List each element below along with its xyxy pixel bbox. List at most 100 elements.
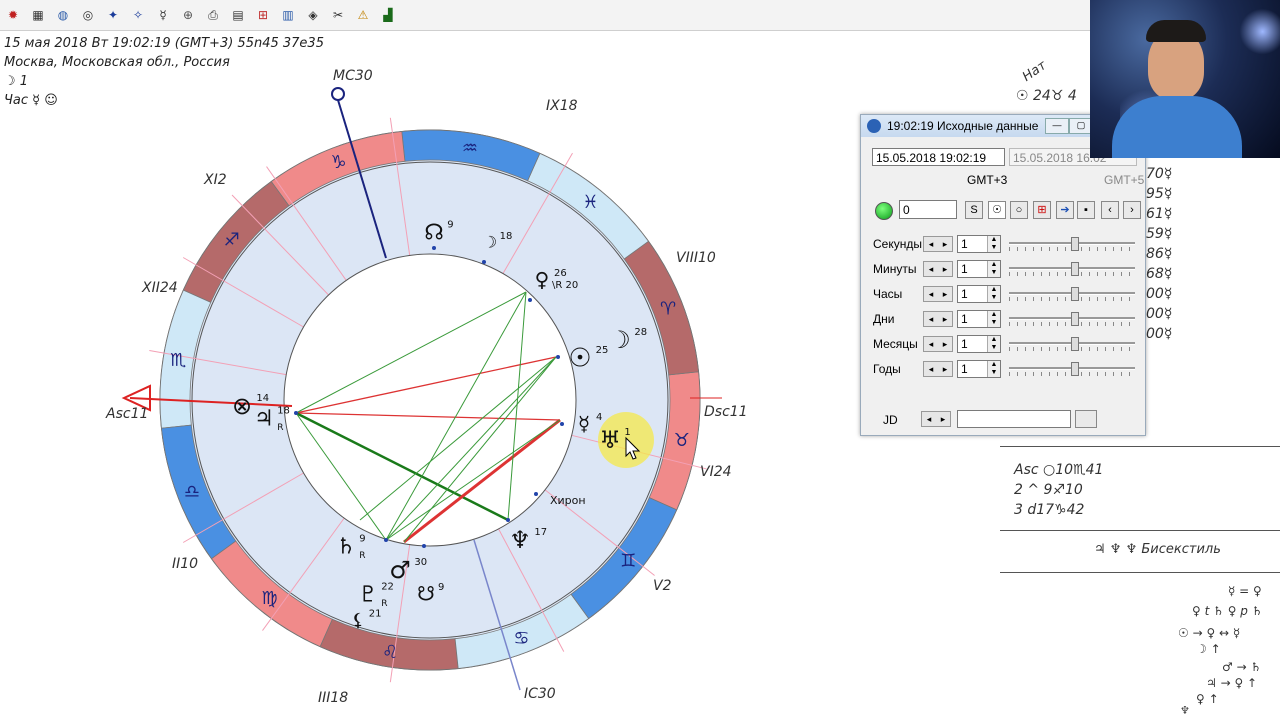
planet-tick bbox=[384, 538, 388, 542]
house-label-ic: IC30 bbox=[524, 686, 556, 702]
relation-3: ☉ → ♀ ↔ ☿ bbox=[1178, 626, 1241, 640]
timezone-label-2: GMT+5 bbox=[1104, 173, 1145, 187]
planet-tick bbox=[506, 518, 510, 522]
pisces-sign-icon: ♓ bbox=[582, 192, 598, 213]
increment-slider[interactable] bbox=[1009, 235, 1135, 253]
natal-label: Нат bbox=[1019, 58, 1050, 85]
increment-label: Часы bbox=[873, 287, 903, 301]
planet-position-row: 68☿ bbox=[1146, 266, 1173, 282]
house-label-xii: XII24 bbox=[142, 280, 178, 296]
increment-stepper[interactable]: ◂ ▸ bbox=[923, 286, 953, 302]
increment-value[interactable]: 1 ▲ ▼ bbox=[957, 235, 1001, 253]
increment-label: Годы bbox=[873, 362, 901, 376]
sun-degree: 25 bbox=[596, 345, 609, 356]
planet-position-row: 61☿ bbox=[1146, 206, 1173, 222]
increment-stepper[interactable]: ◂ ▸ bbox=[923, 236, 953, 252]
lunar-node-icon[interactable]: ☊ bbox=[424, 220, 444, 245]
mc-marker bbox=[331, 87, 345, 101]
aquarius-sign-icon: ♒ bbox=[462, 138, 478, 159]
increment-slider[interactable] bbox=[1009, 285, 1135, 303]
increment-slider[interactable] bbox=[1009, 310, 1135, 328]
planet-tick bbox=[528, 298, 532, 302]
sun-icon[interactable]: ☉ bbox=[568, 344, 591, 374]
minimize-button[interactable]: — bbox=[1045, 118, 1069, 134]
increment-stepper[interactable]: ◂ ▸ bbox=[923, 311, 953, 327]
prev-button[interactable]: ‹ bbox=[1101, 201, 1119, 219]
jd-label: JD bbox=[883, 413, 898, 427]
neptune-icon[interactable]: ♆ bbox=[509, 526, 531, 554]
webcam-overlay bbox=[1090, 0, 1280, 158]
increment-value-text: 1 bbox=[961, 237, 968, 251]
increment-slider[interactable] bbox=[1009, 335, 1135, 353]
increment-value[interactable]: 1 ▲ ▼ bbox=[957, 260, 1001, 278]
export-button[interactable]: ➔ bbox=[1056, 201, 1074, 219]
jd-button[interactable] bbox=[1075, 410, 1097, 428]
sun-mode-button[interactable]: ☉ bbox=[988, 201, 1006, 219]
house-label-iii: III18 bbox=[318, 690, 349, 706]
moon-small-degree: 18 bbox=[500, 231, 513, 242]
spin-arrows[interactable]: ▲ ▼ bbox=[987, 336, 1000, 352]
save-icon[interactable]: ▪ bbox=[1077, 201, 1095, 219]
increment-value[interactable]: 1 ▲ ▼ bbox=[957, 360, 1001, 378]
spin-arrows[interactable]: ▲ ▼ bbox=[987, 286, 1000, 302]
increment-slider[interactable] bbox=[1009, 260, 1135, 278]
increment-value[interactable]: 1 ▲ ▼ bbox=[957, 310, 1001, 328]
house-label-viii: VIII10 bbox=[676, 250, 716, 266]
status-indicator-icon[interactable] bbox=[875, 202, 893, 220]
jupiter-icon[interactable]: ♃ bbox=[254, 406, 274, 431]
increment-stepper[interactable]: ◂ ▸ bbox=[923, 336, 953, 352]
planet-tick bbox=[294, 411, 298, 415]
planet-position-row: 95☿ bbox=[1146, 186, 1173, 202]
lilith-icon[interactable]: ⚸ bbox=[351, 610, 364, 631]
spin-arrows[interactable]: ▲ ▼ bbox=[987, 311, 1000, 327]
south-node-icon[interactable]: ☋ bbox=[417, 582, 435, 606]
moon-small-icon[interactable]: ☽ bbox=[483, 232, 497, 251]
retrograde-mark: R bbox=[381, 599, 387, 609]
pluto-icon[interactable]: ♇ bbox=[358, 582, 378, 607]
venus-extra: \R 20 bbox=[552, 280, 578, 291]
natal-chart-wheel[interactable]: ♉♈♓♒♑♐♏♎♍♌♋♊ ☊ 9☽ 18♀ 26\R 20☽ 28☉ 25☿ 4♅ 1♆ 17♂… bbox=[0, 0, 860, 720]
increment-stepper[interactable]: ◂ ▸ bbox=[923, 361, 953, 377]
house2-line: 2 ^ 9♐10 bbox=[1014, 482, 1083, 498]
uranus-icon[interactable]: ♅ bbox=[599, 426, 621, 454]
spin-arrows[interactable]: ▲ ▼ bbox=[987, 361, 1000, 377]
jd-stepper[interactable]: ◂ ▸ bbox=[921, 411, 951, 427]
relation-6: ♃ → ♀ ↑ bbox=[1206, 676, 1258, 690]
date-time-field[interactable]: 15.05.2018 19:02:19 bbox=[872, 148, 1005, 166]
saturn-icon[interactable]: ♄ bbox=[336, 534, 356, 559]
inner-circle bbox=[283, 253, 577, 547]
jd-input[interactable] bbox=[957, 410, 1071, 428]
chiron-label: Хирон bbox=[550, 494, 586, 507]
increment-value[interactable]: 1 ▲ ▼ bbox=[957, 335, 1001, 353]
spin-arrows[interactable]: ▲ ▼ bbox=[987, 236, 1000, 252]
bissextile-line: ♃ ♆ ♆ Бисекстиль bbox=[1094, 542, 1221, 557]
planet-tick bbox=[482, 260, 486, 264]
house-label-ii: II10 bbox=[172, 556, 199, 572]
increment-value[interactable]: 1 ▲ ▼ bbox=[957, 285, 1001, 303]
increment-slider[interactable] bbox=[1009, 360, 1135, 378]
part-of-fortune-icon[interactable]: ⊗ bbox=[232, 392, 252, 420]
chart-mode-button[interactable]: ⊞ bbox=[1033, 201, 1051, 219]
uranus-degree: 1 bbox=[624, 427, 630, 438]
moon-icon[interactable]: ☽ bbox=[609, 326, 631, 354]
offset-input[interactable]: 0 bbox=[899, 200, 957, 219]
spin-arrows[interactable]: ▲ ▼ bbox=[987, 261, 1000, 277]
timezone-label: GMT+3 bbox=[967, 173, 1008, 187]
next-button[interactable]: › bbox=[1123, 201, 1141, 219]
capricorn-sign-icon: ♑ bbox=[331, 152, 347, 173]
virgo-sign-icon: ♍ bbox=[261, 588, 277, 609]
mercury-icon[interactable]: ☿ bbox=[578, 412, 590, 436]
mars-icon[interactable]: ♂ bbox=[389, 556, 411, 584]
divider bbox=[1000, 572, 1280, 573]
pluto-degree: 22 bbox=[381, 582, 394, 593]
swap-button[interactable]: S bbox=[965, 201, 983, 219]
leo-sign-icon: ♌ bbox=[382, 642, 398, 663]
planet-position-row: 86☿ bbox=[1146, 246, 1173, 262]
gemini-sign-icon: ♊ bbox=[620, 550, 636, 571]
increment-value-text: 1 bbox=[961, 362, 968, 376]
planet-position-row: 59☿ bbox=[1146, 226, 1173, 242]
increment-stepper[interactable]: ◂ ▸ bbox=[923, 261, 953, 277]
planet-position-row: 70☿ bbox=[1146, 166, 1173, 182]
circle-mode-button[interactable]: ○ bbox=[1010, 201, 1028, 219]
venus-icon[interactable]: ♀ bbox=[535, 268, 550, 292]
